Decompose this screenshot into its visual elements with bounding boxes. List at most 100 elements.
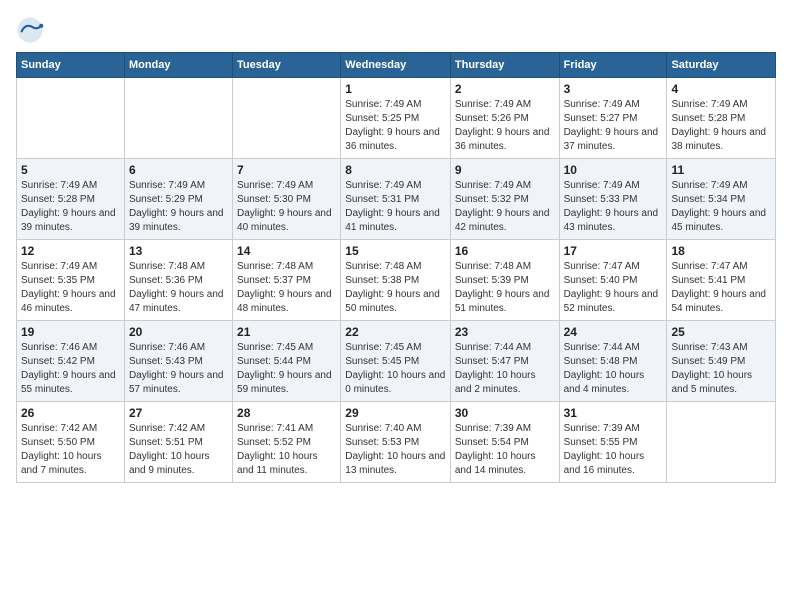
calendar-cell: 3 Sunrise: 7:49 AM Sunset: 5:27 PM Daylig…	[559, 78, 667, 159]
day-number: 27	[129, 406, 228, 420]
day-info: Sunrise: 7:44 AM Sunset: 5:47 PM Dayligh…	[455, 341, 555, 397]
calendar-cell: 15 Sunrise: 7:48 AM Sunset: 5:38 PM Dayli…	[341, 240, 451, 321]
calendar-cell: 14 Sunrise: 7:48 AM Sunset: 5:37 PM Dayli…	[233, 240, 341, 321]
day-number: 21	[237, 325, 336, 339]
day-info: Sunrise: 7:48 AM Sunset: 5:39 PM Dayligh…	[455, 260, 555, 316]
day-number: 19	[21, 325, 120, 339]
calendar-week-row: 12Sunrise: 7:49 AM Sunset: 5:35 PM Dayli…	[17, 240, 776, 321]
calendar-cell: 4 Sunrise: 7:49 AM Sunset: 5:28 PM Daylig…	[667, 78, 776, 159]
day-number: 22	[345, 325, 446, 339]
calendar-cell: 24 Sunrise: 7:44 AM Sunset: 5:48 PM Dayli…	[559, 321, 667, 402]
day-number: 26	[21, 406, 120, 420]
day-number: 25	[671, 325, 771, 339]
day-number: 28	[237, 406, 336, 420]
day-number: 16	[455, 244, 555, 258]
page-header	[16, 16, 776, 44]
column-header-wednesday: Wednesday	[341, 53, 451, 78]
calendar-cell: 27 Sunrise: 7:42 AM Sunset: 5:51 PM Dayli…	[124, 402, 232, 483]
day-info: Sunrise: 7:49 AM Sunset: 5:28 PM Dayligh…	[671, 98, 771, 154]
day-number: 3	[564, 82, 663, 96]
calendar-table: SundayMondayTuesdayWednesdayThursdayFrid…	[16, 52, 776, 483]
logo-icon	[16, 16, 44, 44]
day-number: 18	[671, 244, 771, 258]
day-info: Sunrise: 7:48 AM Sunset: 5:37 PM Dayligh…	[237, 260, 336, 316]
calendar-cell: 20 Sunrise: 7:46 AM Sunset: 5:43 PM Dayli…	[124, 321, 232, 402]
day-info: Sunrise: 7:48 AM Sunset: 5:36 PM Dayligh…	[129, 260, 228, 316]
day-info: Sunrise: 7:49 AM Sunset: 5:25 PM Dayligh…	[345, 98, 446, 154]
day-info: Sunrise: 7:47 AM Sunset: 5:41 PM Dayligh…	[671, 260, 771, 316]
day-info: Sunrise: 7:47 AM Sunset: 5:40 PM Dayligh…	[564, 260, 663, 316]
day-info: Sunrise: 7:48 AM Sunset: 5:38 PM Dayligh…	[345, 260, 446, 316]
calendar-cell	[233, 78, 341, 159]
calendar-cell	[667, 402, 776, 483]
day-info: Sunrise: 7:49 AM Sunset: 5:32 PM Dayligh…	[455, 179, 555, 235]
day-number: 12	[21, 244, 120, 258]
calendar-week-row: 26 Sunrise: 7:42 AM Sunset: 5:50 PM Dayli…	[17, 402, 776, 483]
day-number: 11	[671, 163, 771, 177]
day-number: 13	[129, 244, 228, 258]
calendar-cell: 1 Sunrise: 7:49 AM Sunset: 5:25 PM Daylig…	[341, 78, 451, 159]
calendar-cell: 26 Sunrise: 7:42 AM Sunset: 5:50 PM Dayli…	[17, 402, 125, 483]
day-number: 7	[237, 163, 336, 177]
day-info: Sunrise: 7:49 AM Sunset: 5:28 PM Dayligh…	[21, 179, 120, 235]
column-header-monday: Monday	[124, 53, 232, 78]
calendar-cell: 18 Sunrise: 7:47 AM Sunset: 5:41 PM Dayli…	[667, 240, 776, 321]
calendar-week-row: 1 Sunrise: 7:49 AM Sunset: 5:25 PM Daylig…	[17, 78, 776, 159]
day-info: Sunrise: 7:49 AM Sunset: 5:26 PM Dayligh…	[455, 98, 555, 154]
day-info: Sunrise: 7:49 AM Sunset: 5:31 PM Dayligh…	[345, 179, 446, 235]
column-header-tuesday: Tuesday	[233, 53, 341, 78]
calendar-week-row: 5Sunrise: 7:49 AM Sunset: 5:28 PM Daylig…	[17, 159, 776, 240]
day-number: 6	[129, 163, 228, 177]
calendar-cell: 25Sunrise: 7:43 AM Sunset: 5:49 PM Dayli…	[667, 321, 776, 402]
day-info: Sunrise: 7:41 AM Sunset: 5:52 PM Dayligh…	[237, 422, 336, 478]
calendar-cell: 28 Sunrise: 7:41 AM Sunset: 5:52 PM Dayli…	[233, 402, 341, 483]
calendar-cell: 17 Sunrise: 7:47 AM Sunset: 5:40 PM Dayli…	[559, 240, 667, 321]
day-number: 17	[564, 244, 663, 258]
calendar-cell: 13 Sunrise: 7:48 AM Sunset: 5:36 PM Dayli…	[124, 240, 232, 321]
day-number: 14	[237, 244, 336, 258]
calendar-cell: 5Sunrise: 7:49 AM Sunset: 5:28 PM Daylig…	[17, 159, 125, 240]
day-number: 8	[345, 163, 446, 177]
day-info: Sunrise: 7:49 AM Sunset: 5:34 PM Dayligh…	[671, 179, 771, 235]
column-header-saturday: Saturday	[667, 53, 776, 78]
column-header-sunday: Sunday	[17, 53, 125, 78]
calendar-cell: 12Sunrise: 7:49 AM Sunset: 5:35 PM Dayli…	[17, 240, 125, 321]
calendar-cell	[17, 78, 125, 159]
day-info: Sunrise: 7:46 AM Sunset: 5:42 PM Dayligh…	[21, 341, 120, 397]
day-number: 30	[455, 406, 555, 420]
day-number: 31	[564, 406, 663, 420]
column-header-friday: Friday	[559, 53, 667, 78]
day-info: Sunrise: 7:45 AM Sunset: 5:44 PM Dayligh…	[237, 341, 336, 397]
calendar-cell	[124, 78, 232, 159]
day-info: Sunrise: 7:44 AM Sunset: 5:48 PM Dayligh…	[564, 341, 663, 397]
day-info: Sunrise: 7:49 AM Sunset: 5:27 PM Dayligh…	[564, 98, 663, 154]
calendar-cell: 21 Sunrise: 7:45 AM Sunset: 5:44 PM Dayli…	[233, 321, 341, 402]
day-number: 1	[345, 82, 446, 96]
calendar-cell: 8 Sunrise: 7:49 AM Sunset: 5:31 PM Daylig…	[341, 159, 451, 240]
day-info: Sunrise: 7:49 AM Sunset: 5:33 PM Dayligh…	[564, 179, 663, 235]
day-info: Sunrise: 7:46 AM Sunset: 5:43 PM Dayligh…	[129, 341, 228, 397]
calendar-cell: 30 Sunrise: 7:39 AM Sunset: 5:54 PM Dayli…	[450, 402, 559, 483]
day-info: Sunrise: 7:39 AM Sunset: 5:55 PM Dayligh…	[564, 422, 663, 478]
day-number: 20	[129, 325, 228, 339]
calendar-header-row: SundayMondayTuesdayWednesdayThursdayFrid…	[17, 53, 776, 78]
calendar-cell: 23 Sunrise: 7:44 AM Sunset: 5:47 PM Dayli…	[450, 321, 559, 402]
day-info: Sunrise: 7:42 AM Sunset: 5:50 PM Dayligh…	[21, 422, 120, 478]
calendar-cell: 9 Sunrise: 7:49 AM Sunset: 5:32 PM Daylig…	[450, 159, 559, 240]
calendar-cell: 6 Sunrise: 7:49 AM Sunset: 5:29 PM Daylig…	[124, 159, 232, 240]
day-number: 9	[455, 163, 555, 177]
calendar-cell: 11 Sunrise: 7:49 AM Sunset: 5:34 PM Dayli…	[667, 159, 776, 240]
calendar-cell: 2Sunrise: 7:49 AM Sunset: 5:26 PM Daylig…	[450, 78, 559, 159]
calendar-cell: 10Sunrise: 7:49 AM Sunset: 5:33 PM Dayli…	[559, 159, 667, 240]
day-number: 23	[455, 325, 555, 339]
day-info: Sunrise: 7:49 AM Sunset: 5:29 PM Dayligh…	[129, 179, 228, 235]
calendar-cell: 19 Sunrise: 7:46 AM Sunset: 5:42 PM Dayli…	[17, 321, 125, 402]
day-info: Sunrise: 7:42 AM Sunset: 5:51 PM Dayligh…	[129, 422, 228, 478]
day-info: Sunrise: 7:39 AM Sunset: 5:54 PM Dayligh…	[455, 422, 555, 478]
day-number: 24	[564, 325, 663, 339]
calendar-cell: 16 Sunrise: 7:48 AM Sunset: 5:39 PM Dayli…	[450, 240, 559, 321]
day-number: 15	[345, 244, 446, 258]
day-number: 4	[671, 82, 771, 96]
day-info: Sunrise: 7:49 AM Sunset: 5:30 PM Dayligh…	[237, 179, 336, 235]
day-number: 29	[345, 406, 446, 420]
